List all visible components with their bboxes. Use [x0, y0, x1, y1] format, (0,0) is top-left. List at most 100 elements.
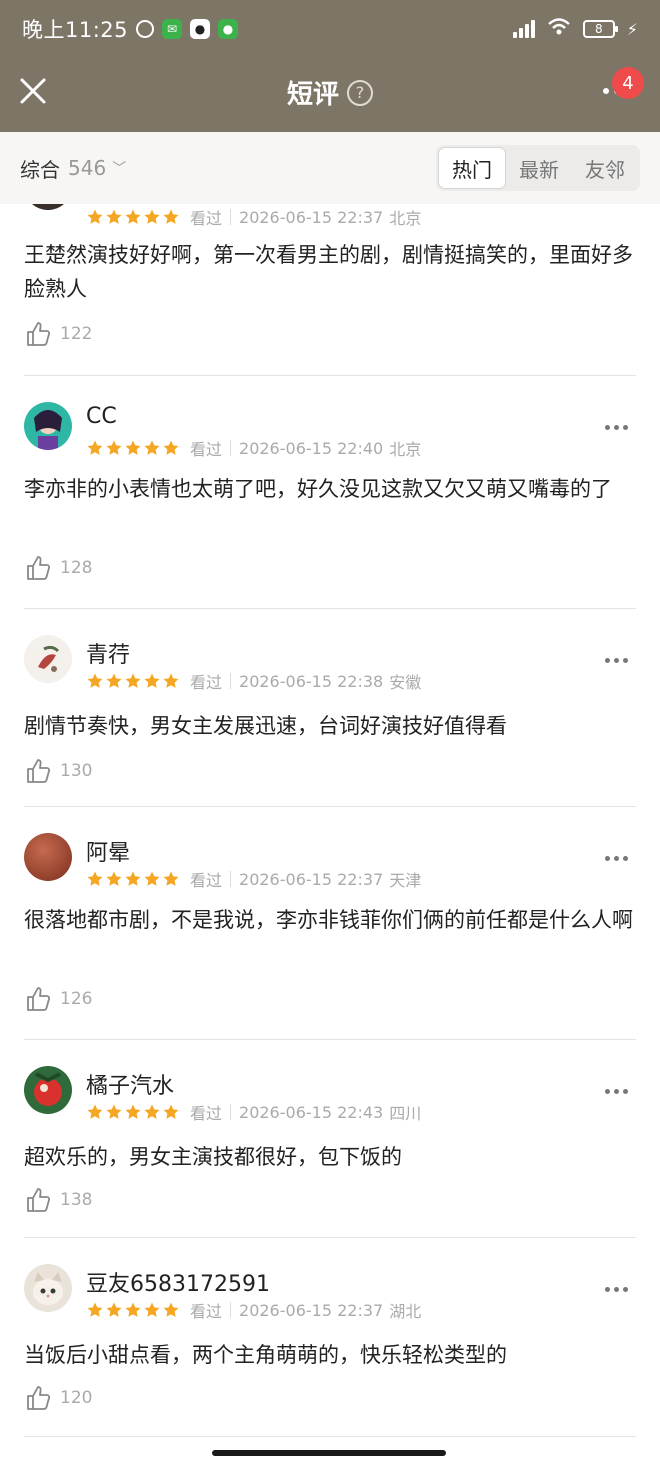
review-time: 2026-06-15 22:37 [239, 207, 384, 227]
review-item: 青荇 看过 2026-06-15 22:38 安徽 剧情节奏快，男女主发展迅速，… [0, 609, 660, 807]
thumbs-up-icon [27, 1188, 51, 1212]
like-count: 126 [60, 989, 93, 1009]
star-icon [125, 209, 141, 224]
avatar[interactable] [24, 1066, 72, 1114]
more-icon[interactable] [605, 425, 628, 430]
avatar[interactable] [24, 402, 72, 450]
qq-icon: ● [190, 19, 211, 39]
watched-status: 看过 [190, 673, 223, 692]
star-icon [106, 440, 122, 455]
home-indicator[interactable] [212, 1450, 446, 1456]
username[interactable]: 豆友6583172591 [86, 1266, 270, 1298]
star-icon [87, 871, 103, 886]
thumbs-up-icon [27, 1386, 51, 1410]
like-button[interactable]: 126 [24, 985, 92, 1013]
more-icon[interactable] [605, 658, 628, 663]
star-icon [106, 673, 122, 688]
review-content: 李亦非的小表情也太萌了吧，好久没见这款又欠又萌又嘴毒的了 [24, 477, 612, 501]
star-icon [106, 1104, 122, 1119]
review-time: 2026-06-15 22:40 [239, 438, 384, 458]
username[interactable]: CC [86, 404, 117, 429]
app-notification-icon: ● [218, 19, 239, 39]
sort-tabs: 热门 最新 友邻 [436, 145, 640, 191]
star-icon [87, 209, 103, 224]
clock-icon [136, 20, 155, 38]
like-count: 130 [60, 761, 93, 781]
sort-dropdown-label[interactable]: 综合 [20, 154, 60, 183]
status-bar: 晚上11:25 ✉ ● ● 8 ⚡ [0, 0, 660, 58]
wechat-icon: ✉ [162, 19, 183, 39]
signal-icon [512, 20, 535, 38]
charging-icon: ⚡ [626, 19, 638, 39]
review-location: 安徽 [389, 673, 422, 692]
star-icon [163, 209, 179, 224]
rating-stars [86, 1301, 180, 1319]
review-location: 天津 [389, 871, 422, 890]
username[interactable]: 青荇 [86, 637, 130, 669]
star-icon [163, 1104, 179, 1119]
username[interactable]: 阿晕 [86, 835, 130, 867]
avatar[interactable] [24, 204, 72, 210]
like-button[interactable]: 138 [24, 1186, 92, 1214]
star-icon [163, 871, 179, 886]
watched-status: 看过 [190, 1104, 223, 1123]
watched-status: 看过 [190, 871, 223, 890]
chevron-down-icon[interactable]: ﹀ [112, 158, 126, 178]
star-icon [163, 673, 179, 688]
rating-stars [86, 439, 180, 457]
avatar[interactable] [24, 1264, 72, 1312]
star-icon [144, 440, 160, 455]
more-icon[interactable] [605, 1089, 628, 1094]
avatar[interactable] [24, 833, 72, 881]
battery-level: 8 [594, 22, 603, 36]
review-location: 北京 [389, 209, 422, 228]
star-icon [125, 673, 141, 688]
rating-stars [86, 208, 180, 226]
rating-stars [86, 1103, 180, 1121]
star-icon [106, 209, 122, 224]
tab-hot[interactable]: 热门 [438, 147, 506, 189]
tab-friends[interactable]: 友邻 [572, 147, 638, 189]
star-icon [125, 1302, 141, 1317]
review-content: 王楚然演技好好啊，第一次看男主的剧，剧情挺搞笑的，里面好多脸熟人 [24, 243, 633, 301]
review-item: CC 看过 2026-06-15 22:40 北京 李亦非的小表情也太萌了吧，好… [0, 376, 660, 609]
review-content: 剧情节奏快，男女主发展迅速，台词好演技好值得看 [24, 714, 507, 738]
tab-latest[interactable]: 最新 [506, 147, 572, 189]
star-icon [87, 673, 103, 688]
star-icon [87, 1302, 103, 1317]
like-button[interactable]: 130 [24, 757, 92, 785]
review-time: 2026-06-15 22:37 [239, 869, 384, 889]
thumbs-up-icon [27, 759, 51, 783]
rating-stars [86, 870, 180, 888]
review-location: 四川 [389, 1104, 422, 1123]
like-count: 122 [60, 324, 93, 344]
like-count: 120 [60, 1388, 93, 1408]
star-icon [163, 440, 179, 455]
more-icon[interactable] [605, 1287, 628, 1292]
like-button[interactable]: 120 [24, 1384, 92, 1412]
like-button[interactable]: 128 [24, 554, 92, 582]
review-item: 橘子汽水 看过 2026-06-15 22:43 四川 超欢乐的，男女主演技都很… [0, 1040, 660, 1238]
battery-icon: 8 [582, 20, 618, 38]
username[interactable]: 橘子汽水 [86, 1068, 174, 1100]
review-time: 2026-06-15 22:38 [239, 671, 384, 691]
like-button[interactable]: 122 [24, 320, 92, 348]
avatar[interactable] [24, 635, 72, 683]
star-icon [125, 1104, 141, 1119]
watched-status: 看过 [190, 440, 223, 459]
more-icon[interactable] [605, 856, 628, 861]
star-icon [144, 209, 160, 224]
notification-badge: 4 [612, 67, 644, 99]
star-icon [106, 1302, 122, 1317]
star-icon [106, 871, 122, 886]
review-content: 超欢乐的，男女主演技都很好，包下饭的 [24, 1145, 402, 1169]
help-icon[interactable]: ? [347, 79, 373, 106]
top-header: 晚上11:25 ✉ ● ● 8 ⚡ 短评 ? 4 [0, 0, 660, 132]
like-count: 128 [60, 558, 93, 578]
review-location: 北京 [389, 440, 422, 459]
watched-status: 看过 [190, 1302, 223, 1321]
thumbs-up-icon [27, 987, 51, 1011]
review-item: 看过 2026-06-15 22:37 北京 王楚然演技好好啊，第一次看男主的剧… [0, 204, 660, 376]
thumbs-up-icon [27, 556, 51, 580]
star-icon [87, 1104, 103, 1119]
